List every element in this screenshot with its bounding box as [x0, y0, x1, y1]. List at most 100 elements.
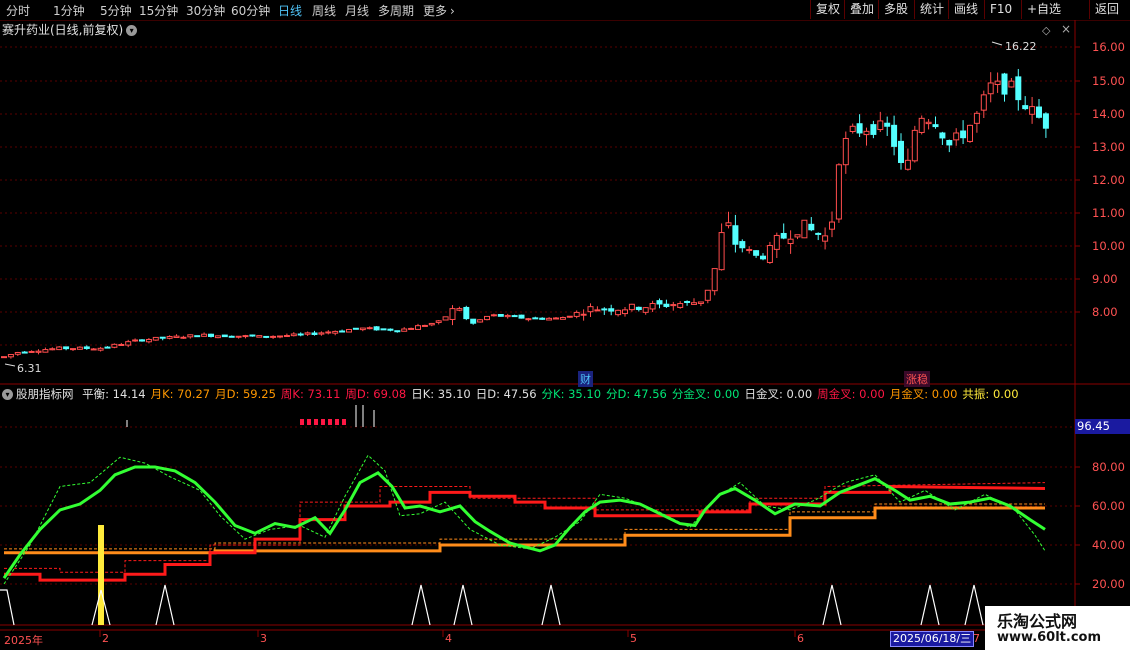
price-tick: 9.00 [1092, 272, 1118, 286]
daily-d-line [3, 454, 1046, 585]
candle-body [718, 232, 725, 271]
candle-body [21, 351, 28, 354]
candle-body [1022, 105, 1029, 110]
candle-body [49, 348, 56, 351]
watermark-name: 乐淘公式网 [997, 612, 1078, 631]
candle-body [891, 124, 898, 147]
candle-body [573, 311, 580, 317]
candle-body [214, 335, 221, 339]
candle-body [1042, 113, 1049, 129]
indicator-name[interactable]: 股朋指标网 [16, 387, 74, 401]
candle-body [877, 120, 884, 131]
candle-body [511, 315, 518, 318]
candle-body [125, 341, 132, 346]
candle-body [415, 325, 421, 330]
date-label: 2 [102, 632, 109, 645]
date-label: 3 [260, 632, 267, 645]
candle-body [925, 121, 932, 125]
date-label: 5 [630, 632, 637, 645]
triangle-signals [0, 584, 984, 626]
chevron-down-icon[interactable]: ▾ [2, 389, 13, 400]
candle-body [518, 314, 525, 319]
candle-body [304, 332, 311, 335]
indicator-value-2: 月D: 59.25 [215, 387, 276, 401]
candle-body [132, 339, 139, 342]
candle-body [228, 335, 235, 338]
candle-body [56, 346, 63, 351]
candle-body [746, 249, 753, 252]
candle-body [42, 349, 49, 353]
candle-body [111, 343, 118, 348]
candle-body [428, 322, 435, 326]
candle-body [408, 327, 415, 330]
candle-body [394, 330, 401, 333]
candle-body [628, 303, 635, 311]
candle-body [842, 137, 849, 166]
candle-body [918, 117, 925, 133]
watermark: 乐淘公式网 www.60lt.com [985, 606, 1130, 650]
candle-body [691, 302, 697, 305]
indicator-tick: 20.00 [1092, 577, 1125, 591]
candle-body [104, 346, 111, 349]
candle-body [539, 317, 546, 320]
finance-event-tag[interactable]: 财 [578, 371, 593, 387]
candle-body [566, 315, 573, 318]
kline-chart[interactable]: 16.22 6.31 [0, 0, 1130, 650]
candle-body [670, 304, 677, 307]
indicator-value-13: 共振: 0.00 [962, 387, 1019, 401]
candle-body [7, 354, 14, 358]
candle-body [352, 327, 359, 330]
candle-body [159, 336, 166, 339]
candle-body [1, 356, 7, 359]
indicator-value-8: 分D: 47.56 [606, 387, 667, 401]
candle-body [525, 318, 532, 321]
candle-body [1029, 106, 1036, 115]
limit-event-tag[interactable]: 涨稳 [904, 371, 930, 387]
candle-body [145, 338, 152, 343]
indicator-value-6: 日D: 47.56 [475, 387, 537, 401]
candle-body [318, 332, 325, 335]
candle-body [580, 313, 587, 316]
high-value: 16.22 [1005, 40, 1037, 53]
indicator-value-1: 月K: 70.27 [150, 387, 211, 401]
monthly-d-line [4, 503, 1045, 550]
candle-body [90, 348, 97, 351]
candle-body [946, 139, 953, 146]
candle-body [967, 124, 973, 142]
candle-body [904, 159, 911, 170]
candle-body [311, 332, 318, 335]
candle-body [822, 235, 829, 242]
date-label: 7 [973, 632, 980, 645]
candle-body [366, 327, 373, 330]
candle-body [663, 303, 670, 307]
price-tick: 11.00 [1092, 206, 1125, 220]
candle-body [863, 130, 870, 136]
candlestick-series [1, 68, 1049, 359]
cursor-date: 2025/06/18/三 [890, 631, 975, 647]
candle-body [118, 344, 125, 347]
candle-body [987, 82, 994, 95]
candle-body [470, 318, 477, 324]
candle-body [601, 308, 608, 311]
candle-body [380, 328, 387, 331]
candle-body [256, 335, 263, 338]
candle-body [497, 313, 504, 317]
date-label: 6 [797, 632, 804, 645]
price-tick: 10.00 [1092, 239, 1125, 253]
candle-body [235, 335, 242, 338]
candle-body [70, 348, 76, 351]
candle-body [187, 334, 194, 338]
candle-body [939, 132, 946, 139]
indicator-value-4: 周D: 69.08 [345, 387, 407, 401]
candle-body [835, 164, 842, 220]
candle-body [442, 316, 449, 321]
candle-body [325, 331, 332, 334]
candle-body [732, 225, 739, 245]
candle-body [339, 330, 346, 333]
candle-body [849, 125, 856, 133]
price-tick: 15.00 [1092, 74, 1125, 88]
candle-body [270, 335, 277, 338]
watermark-url: www.60lt.com [997, 630, 1102, 645]
candle-body [870, 124, 877, 135]
candle-body [194, 335, 201, 338]
